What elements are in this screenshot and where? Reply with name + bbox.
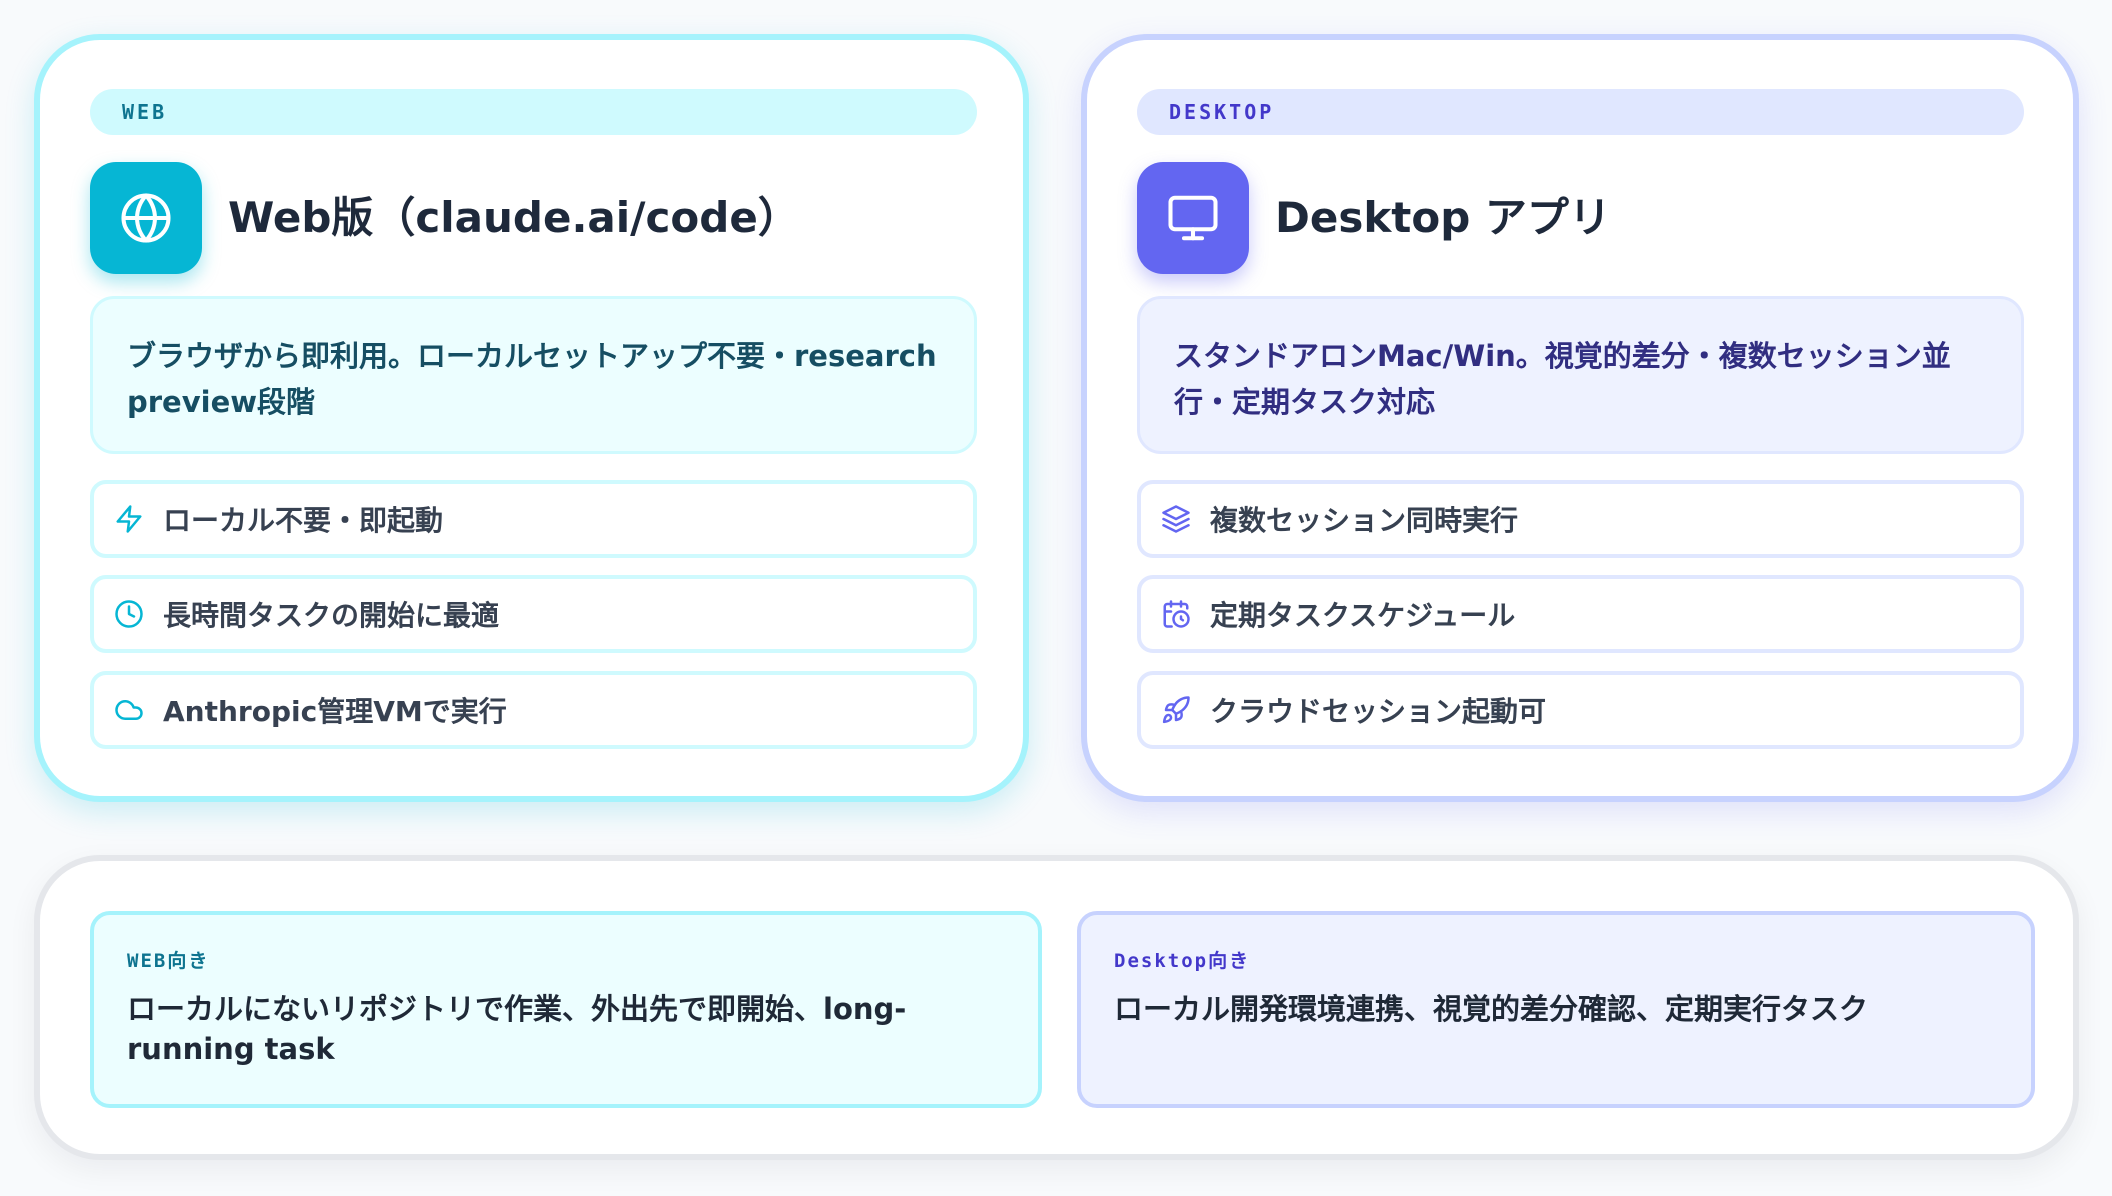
web-feature-item: ローカル不要・即起動 xyxy=(90,480,977,558)
cloud-icon xyxy=(112,693,146,727)
recommendation-panel: WEB向き ローカルにないリポジトリで作業、外出先で即開始、long-runni… xyxy=(34,855,2079,1160)
layers-icon xyxy=(1159,502,1193,536)
desktop-description: スタンドアロンMac/Win。視覚的差分・複数セッション並行・定期タスク対応 xyxy=(1137,296,2024,454)
monitor-icon xyxy=(1137,162,1249,274)
web-title: Web版（claude.ai/code） xyxy=(228,193,800,242)
calendar-clock-icon xyxy=(1159,597,1193,631)
web-tag: WEB xyxy=(90,89,977,135)
web-feature-item: Anthropic管理VMで実行 xyxy=(90,671,977,749)
desktop-feature-label: 複数セッション同時実行 xyxy=(1210,504,1519,537)
desktop-title: Desktop アプリ xyxy=(1275,193,1611,242)
web-feature-label: Anthropic管理VMで実行 xyxy=(163,695,507,728)
desktop-recommendation-text: ローカル開発環境連携、視覚的差分確認、定期実行タスク xyxy=(1114,992,1869,1026)
rocket-icon xyxy=(1159,693,1193,727)
web-recommendation-label: WEB向き xyxy=(127,950,210,972)
web-recommendation-card: WEB向き ローカルにないリポジトリで作業、外出先で即開始、long-runni… xyxy=(90,911,1042,1108)
web-feature-item: 長時間タスクの開始に最適 xyxy=(90,575,977,653)
desktop-feature-item: 複数セッション同時実行 xyxy=(1137,480,2024,558)
clock-icon xyxy=(112,597,146,631)
desktop-feature-label: クラウドセッション起動可 xyxy=(1210,695,1547,728)
web-recommendation-text: ローカルにないリポジトリで作業、外出先で即開始、long-running tas… xyxy=(127,992,907,1066)
web-feature-label: 長時間タスクの開始に最適 xyxy=(163,599,500,632)
globe-icon xyxy=(90,162,202,274)
desktop-panel: DESKTOP Desktop アプリ スタンドアロンMac/Win。視覚的差分… xyxy=(1081,34,2079,802)
desktop-tag: DESKTOP xyxy=(1137,89,2024,135)
desktop-feature-item: クラウドセッション起動可 xyxy=(1137,671,2024,749)
lightning-icon xyxy=(112,502,146,536)
desktop-feature-item: 定期タスクスケジュール xyxy=(1137,575,2024,653)
web-panel: WEB Web版（claude.ai/code） ブラウザから即利用。ローカルセ… xyxy=(34,34,1029,802)
web-feature-label: ローカル不要・即起動 xyxy=(163,504,444,537)
desktop-recommendation-label: Desktop向き xyxy=(1114,950,1251,972)
desktop-recommendation-card: Desktop向き ローカル開発環境連携、視覚的差分確認、定期実行タスク xyxy=(1077,911,2035,1108)
comparison-page: WEB Web版（claude.ai/code） ブラウザから即利用。ローカルセ… xyxy=(0,0,2112,1196)
desktop-feature-label: 定期タスクスケジュール xyxy=(1210,599,1516,632)
web-description: ブラウザから即利用。ローカルセットアップ不要・research preview段… xyxy=(90,296,977,454)
